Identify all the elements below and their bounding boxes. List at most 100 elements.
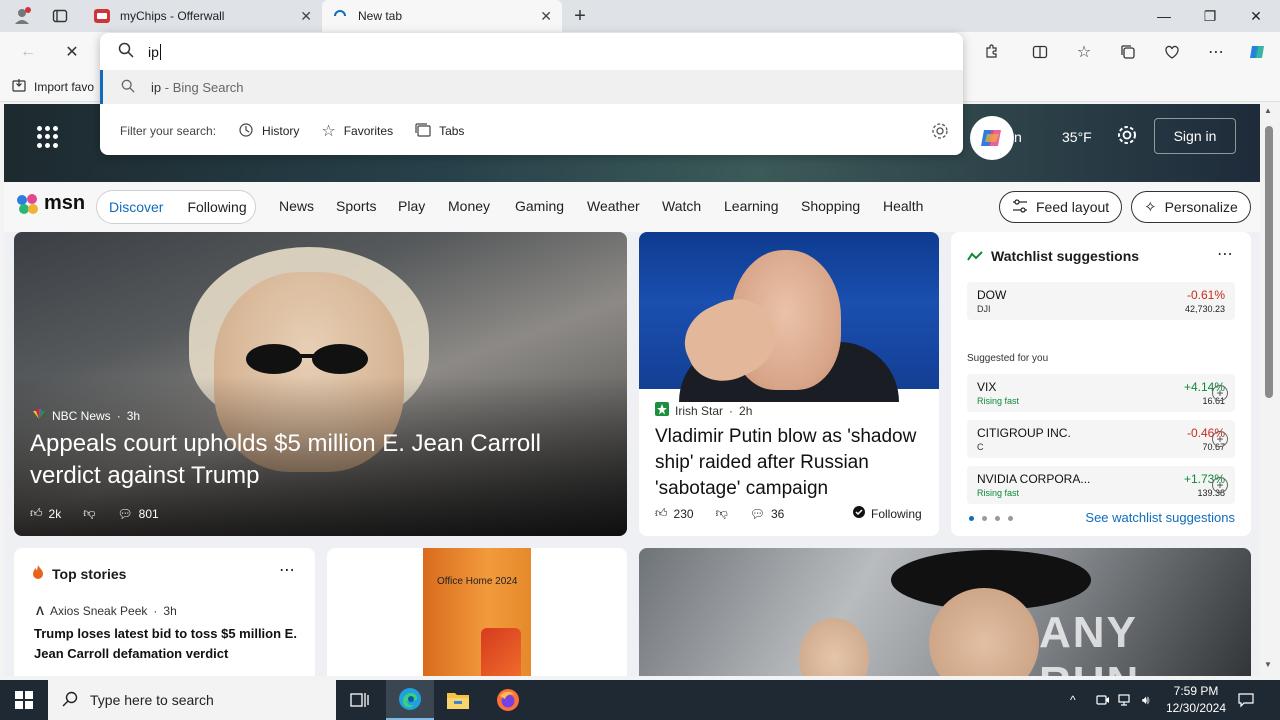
address-input-value[interactable]: ip	[148, 43, 161, 60]
filter-history-button[interactable]: History	[238, 122, 299, 141]
tray-chevron-icon[interactable]: ^	[1070, 680, 1076, 720]
clock-time: 7:59 PM	[1173, 684, 1219, 698]
nav-watch[interactable]: Watch	[662, 198, 701, 214]
tab-mychips[interactable]: myChips - Offerwall ✕	[84, 0, 322, 32]
network-icon[interactable]	[1118, 680, 1134, 720]
edge-taskbar-icon[interactable]	[386, 680, 434, 720]
back-icon[interactable]: ←	[14, 38, 42, 66]
copilot-icon[interactable]	[1244, 38, 1272, 66]
file-explorer-icon[interactable]	[434, 680, 482, 720]
hero-story-card[interactable]: NBC News · 3h Appeals court upholds $5 m…	[14, 232, 627, 536]
nav-sports[interactable]: Sports	[336, 198, 376, 214]
personalize-button[interactable]: ✧ Personalize	[1131, 191, 1251, 223]
stock-row-vix[interactable]: VIX Rising fast +4.14% 16.61	[967, 374, 1235, 412]
following-indicator[interactable]: Following	[853, 506, 922, 521]
top-story-headline[interactable]: Trump loses latest bid to toss $5 millio…	[34, 624, 302, 664]
close-window-icon[interactable]: ✕	[1233, 0, 1279, 32]
like-icon[interactable]: 👍︎	[655, 506, 668, 521]
search-suggestion[interactable]: ip - Bing Search	[100, 70, 963, 104]
taskbar-clock[interactable]: 7:59 PM 12/30/2024	[1160, 683, 1232, 717]
collections-icon[interactable]	[1114, 38, 1142, 66]
story-card-concert[interactable]: ANY RUN	[639, 548, 1251, 676]
dislike-icon[interactable]: 👎︎	[716, 506, 728, 521]
stock-row-nvidia[interactable]: NVIDIA CORPORA... Rising fast +1.73% 139…	[967, 466, 1235, 504]
tab-actions-icon[interactable]	[48, 4, 72, 28]
stop-loading-icon[interactable]: ✕	[58, 38, 86, 66]
history-icon	[238, 122, 254, 141]
add-to-watchlist-icon[interactable]: +	[1212, 385, 1228, 401]
restore-icon[interactable]: ❐	[1187, 0, 1233, 32]
settings-gear-icon[interactable]	[931, 122, 949, 143]
following-tab[interactable]: Following	[187, 199, 246, 215]
address-input[interactable]: ip	[100, 33, 963, 70]
signin-partial-text[interactable]: n	[1014, 129, 1022, 145]
scrollbar-thumb[interactable]	[1265, 126, 1273, 398]
nav-gaming[interactable]: Gaming	[515, 198, 564, 214]
notifications-icon[interactable]	[1238, 680, 1254, 720]
add-to-watchlist-icon[interactable]: +	[1212, 431, 1228, 447]
new-tab-icon[interactable]: +	[568, 4, 592, 28]
nav-learning[interactable]: Learning	[724, 198, 779, 214]
trend-chart-icon	[967, 248, 983, 264]
browser-essentials-icon[interactable]	[1158, 38, 1186, 66]
dislike-icon[interactable]: 👎︎	[83, 506, 95, 521]
weather-temperature[interactable]: 35°F	[1062, 129, 1092, 145]
top-stories-card: Top stories ⋯ Λ Axios Sneak Peek · 3h Tr…	[14, 548, 315, 676]
msn-logo[interactable]: msn	[16, 192, 85, 215]
ad-card-office[interactable]: Office Home 2024	[327, 548, 627, 676]
sign-in-button[interactable]: Sign in	[1154, 118, 1236, 154]
filter-tabs-button[interactable]: Tabs	[415, 122, 464, 140]
more-options-icon[interactable]: ⋯	[279, 560, 295, 580]
story-headline[interactable]: Vladimir Putin blow as 'shadow ship' rai…	[655, 424, 925, 502]
msn-new-tab-page: n 35°F Sign in msn Discover Following Ne…	[4, 104, 1260, 676]
nav-news[interactable]: News	[279, 198, 314, 214]
nav-weather[interactable]: Weather	[587, 198, 640, 214]
suggested-label: Suggested for you	[967, 353, 1049, 364]
comment-icon[interactable]: 💬︎	[117, 507, 132, 521]
close-tab-icon[interactable]: ✕	[540, 8, 552, 25]
windows-start-icon[interactable]	[0, 680, 48, 720]
discover-tab[interactable]: Discover	[109, 199, 163, 215]
more-options-icon[interactable]: ⋯	[1217, 244, 1233, 264]
extensions-icon[interactable]	[978, 38, 1006, 66]
close-tab-icon[interactable]: ✕	[300, 8, 312, 25]
volume-icon[interactable]: 🔊︎	[1142, 680, 1150, 720]
import-favorites-button[interactable]: Import favo	[12, 78, 94, 95]
filter-favorites-label: Favorites	[343, 124, 394, 138]
top-story-age: 3h	[163, 604, 177, 618]
comment-icon[interactable]: 💬︎	[750, 507, 765, 521]
add-to-watchlist-icon[interactable]: +	[1212, 477, 1228, 493]
stock-row-citigroup[interactable]: CITIGROUP INC. C -0.46% 70.67	[967, 420, 1235, 458]
stock-row-dow[interactable]: DOW DJI -0.61% 42,730.23	[967, 282, 1235, 320]
copilot-badge-icon[interactable]	[970, 116, 1014, 160]
msn-butterfly-icon	[17, 193, 38, 214]
carousel-dots[interactable]	[969, 516, 1013, 521]
tab-new-tab[interactable]: New tab ✕	[322, 0, 562, 32]
hero-age: 3h	[126, 408, 141, 423]
feed-layout-button[interactable]: Feed layout	[999, 191, 1123, 223]
nav-money[interactable]: Money	[448, 198, 490, 214]
filter-favorites-button[interactable]: ☆ Favorites	[321, 121, 393, 141]
scroll-up-icon[interactable]: ▲	[1264, 106, 1272, 115]
like-icon[interactable]: 👍︎	[30, 506, 43, 521]
meet-now-icon[interactable]	[1096, 680, 1110, 720]
firefox-icon[interactable]	[484, 680, 532, 720]
split-screen-icon[interactable]	[1026, 38, 1054, 66]
nav-play[interactable]: Play	[398, 198, 425, 214]
taskbar-search-box[interactable]: Type here to search	[48, 680, 336, 720]
scroll-down-icon[interactable]: ▼	[1264, 660, 1272, 669]
nav-health[interactable]: Health	[883, 198, 923, 214]
favorites-icon[interactable]: ☆	[1070, 38, 1098, 66]
minimize-icon[interactable]: —	[1141, 0, 1187, 32]
nav-shopping[interactable]: Shopping	[801, 198, 860, 214]
following-label: Following	[871, 506, 922, 521]
hero-headline[interactable]: Appeals court upholds $5 million E. Jean…	[30, 428, 590, 492]
apps-launcher-icon[interactable]	[37, 126, 59, 148]
page-scrollbar[interactable]: ▲ ▼	[1262, 104, 1276, 676]
story-card-irish-star[interactable]: Irish Star · 2h Vladimir Putin blow as '…	[639, 232, 939, 536]
settings-gear-icon[interactable]	[1116, 124, 1138, 149]
see-watchlist-link[interactable]: See watchlist suggestions	[1085, 510, 1235, 525]
more-options-icon[interactable]: ⋯	[1202, 38, 1230, 66]
task-view-icon[interactable]	[336, 680, 384, 720]
profile-icon[interactable]	[10, 4, 34, 28]
